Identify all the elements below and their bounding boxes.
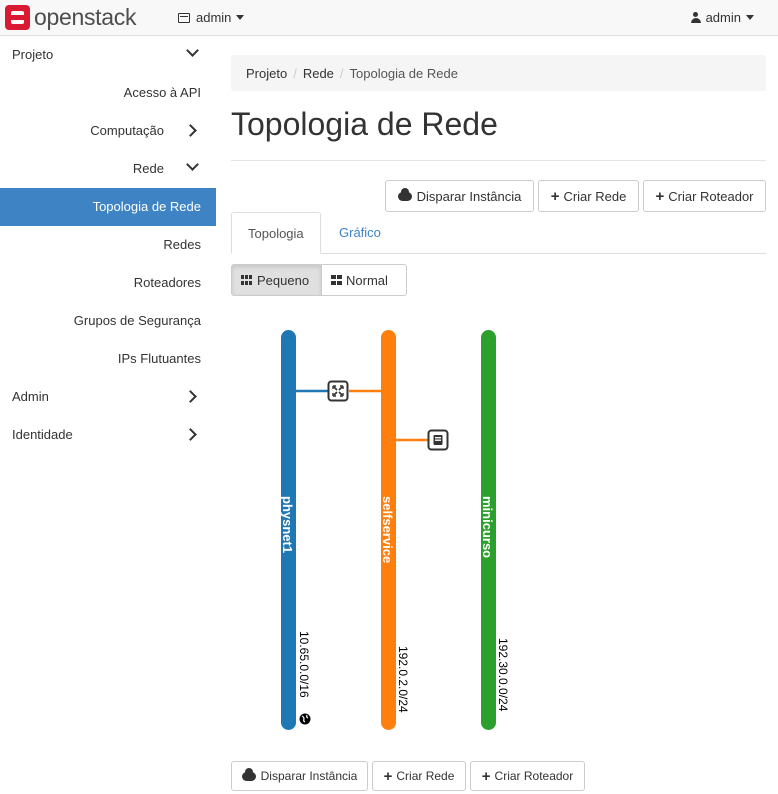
create-network-button[interactable]: + Criar Rede — [538, 180, 639, 212]
chevron-down-icon — [186, 158, 199, 171]
user-icon — [690, 12, 701, 23]
cloud-upload-icon — [397, 187, 412, 201]
breadcrumb-item-current: Topologia de Rede — [349, 65, 458, 81]
network-cidr-selfservice: 192.0.2.0/24 — [396, 646, 410, 713]
sidebar-item-projeto[interactable]: Projeto — [0, 36, 216, 74]
breadcrumb-item-projeto[interactable]: Projeto — [246, 66, 287, 81]
globe-icon — [299, 713, 311, 725]
sidebar-item-identidade[interactable]: Identidade — [0, 416, 216, 454]
grid-small-icon — [241, 275, 253, 285]
small-view-label: Pequeno — [257, 272, 310, 288]
sidebar-item-acesso-api[interactable]: Acesso à API — [0, 74, 216, 112]
project-dropdown-label: admin — [196, 10, 232, 25]
project-icon — [178, 12, 190, 23]
breadcrumb: Projeto / Rede / Topologia de Rede — [231, 55, 766, 91]
normal-view-toggle[interactable]: Normal — [322, 264, 407, 296]
sidebar-item-roteadores[interactable]: Roteadores — [0, 264, 216, 302]
user-dropdown[interactable]: admin — [690, 10, 754, 25]
network-topology-canvas: physnet1 selfservice minicurso 10.65.0.0… — [280, 330, 510, 730]
sidebar-item-label: Acesso à API — [123, 85, 201, 100]
grid-large-icon — [331, 275, 342, 285]
launch-instance-label: Disparar Instância — [416, 188, 522, 204]
sidebar-item-grupos-de-seguranca[interactable]: Grupos de Segurança — [0, 302, 216, 340]
sidebar-item-topologia-de-rede[interactable]: Topologia de Rede — [0, 188, 216, 226]
sidebar-item-admin[interactable]: Admin — [0, 378, 216, 416]
network-cidr-physnet1: 10.65.0.0/16 — [297, 631, 311, 698]
create-network-label: Criar Rede — [563, 188, 627, 204]
breadcrumb-separator: / — [339, 65, 344, 81]
plus-icon: + — [655, 187, 665, 205]
launch-instance-label: Disparar Instância — [260, 769, 358, 783]
sidebar: Projeto Acesso à API Computação Rede Top… — [0, 36, 216, 454]
project-dropdown[interactable]: admin — [178, 10, 245, 25]
network-cidr-minicurso: 192.30.0.0/24 — [496, 638, 510, 712]
top-navbar: openstack admin admin — [0, 0, 778, 36]
sidebar-item-label: Computação — [90, 123, 164, 138]
brand-name: openstack — [34, 3, 137, 30]
user-dropdown-label: admin — [705, 10, 741, 25]
openstack-logo[interactable]: openstack — [5, 4, 136, 30]
create-network-button-bottom[interactable]: + Criar Rede — [372, 761, 466, 791]
create-router-label: Criar Roteador — [494, 769, 574, 783]
launch-instance-button-bottom[interactable]: Disparar Instância — [231, 761, 368, 791]
sidebar-item-ips-flutuantes[interactable]: IPs Flutuantes — [0, 340, 216, 378]
router-icon[interactable] — [327, 380, 349, 402]
sidebar-item-label: Topologia de Rede — [92, 199, 201, 214]
network-name-selfservice: selfservice — [380, 496, 395, 563]
plus-icon: + — [383, 767, 393, 785]
chevron-right-icon — [184, 390, 197, 403]
chevron-right-icon — [184, 124, 197, 137]
sidebar-item-redes[interactable]: Redes — [0, 226, 216, 264]
page-title: Topologia de Rede — [231, 106, 498, 142]
sidebar-item-label: Projeto — [12, 47, 54, 62]
sidebar-item-label: Redes — [163, 237, 201, 252]
tab-grafico[interactable]: Gráfico — [323, 212, 397, 254]
openstack-logo-icon — [5, 4, 30, 30]
create-network-label: Criar Rede — [396, 769, 455, 783]
sidebar-item-label: IPs Flutuantes — [117, 351, 201, 366]
plus-icon: + — [550, 187, 560, 205]
chevron-down-icon — [236, 15, 245, 20]
create-router-button-bottom[interactable]: + Criar Roteador — [470, 761, 585, 791]
chevron-right-icon — [184, 428, 197, 441]
sidebar-item-label: Grupos de Segurança — [73, 313, 201, 328]
sidebar-item-label: Roteadores — [133, 275, 201, 290]
chevron-down-icon — [746, 15, 754, 20]
network-name-physnet1: physnet1 — [280, 496, 295, 553]
create-router-label: Criar Roteador — [668, 188, 754, 204]
network-name-minicurso: minicurso — [480, 496, 495, 558]
plus-icon: + — [481, 767, 491, 785]
small-view-toggle[interactable]: Pequeno — [231, 264, 322, 296]
normal-view-label: Normal — [346, 272, 388, 288]
chevron-down-icon — [186, 44, 199, 57]
breadcrumb-item-rede[interactable]: Rede — [303, 66, 334, 81]
sidebar-item-label: Rede — [132, 161, 164, 176]
sidebar-item-label: Identidade — [12, 427, 73, 442]
create-router-button[interactable]: + Criar Roteador — [643, 180, 766, 212]
tab-topologia[interactable]: Topologia — [231, 212, 321, 254]
breadcrumb-separator: / — [293, 65, 297, 81]
sidebar-item-computacao[interactable]: Computação — [0, 112, 216, 150]
sidebar-item-label: Admin — [12, 389, 49, 404]
sidebar-item-rede[interactable]: Rede — [0, 150, 216, 188]
instance-icon[interactable] — [427, 429, 449, 451]
title-divider — [231, 160, 766, 161]
cloud-upload-icon — [241, 767, 256, 781]
launch-instance-button[interactable]: Disparar Instância — [385, 180, 534, 212]
